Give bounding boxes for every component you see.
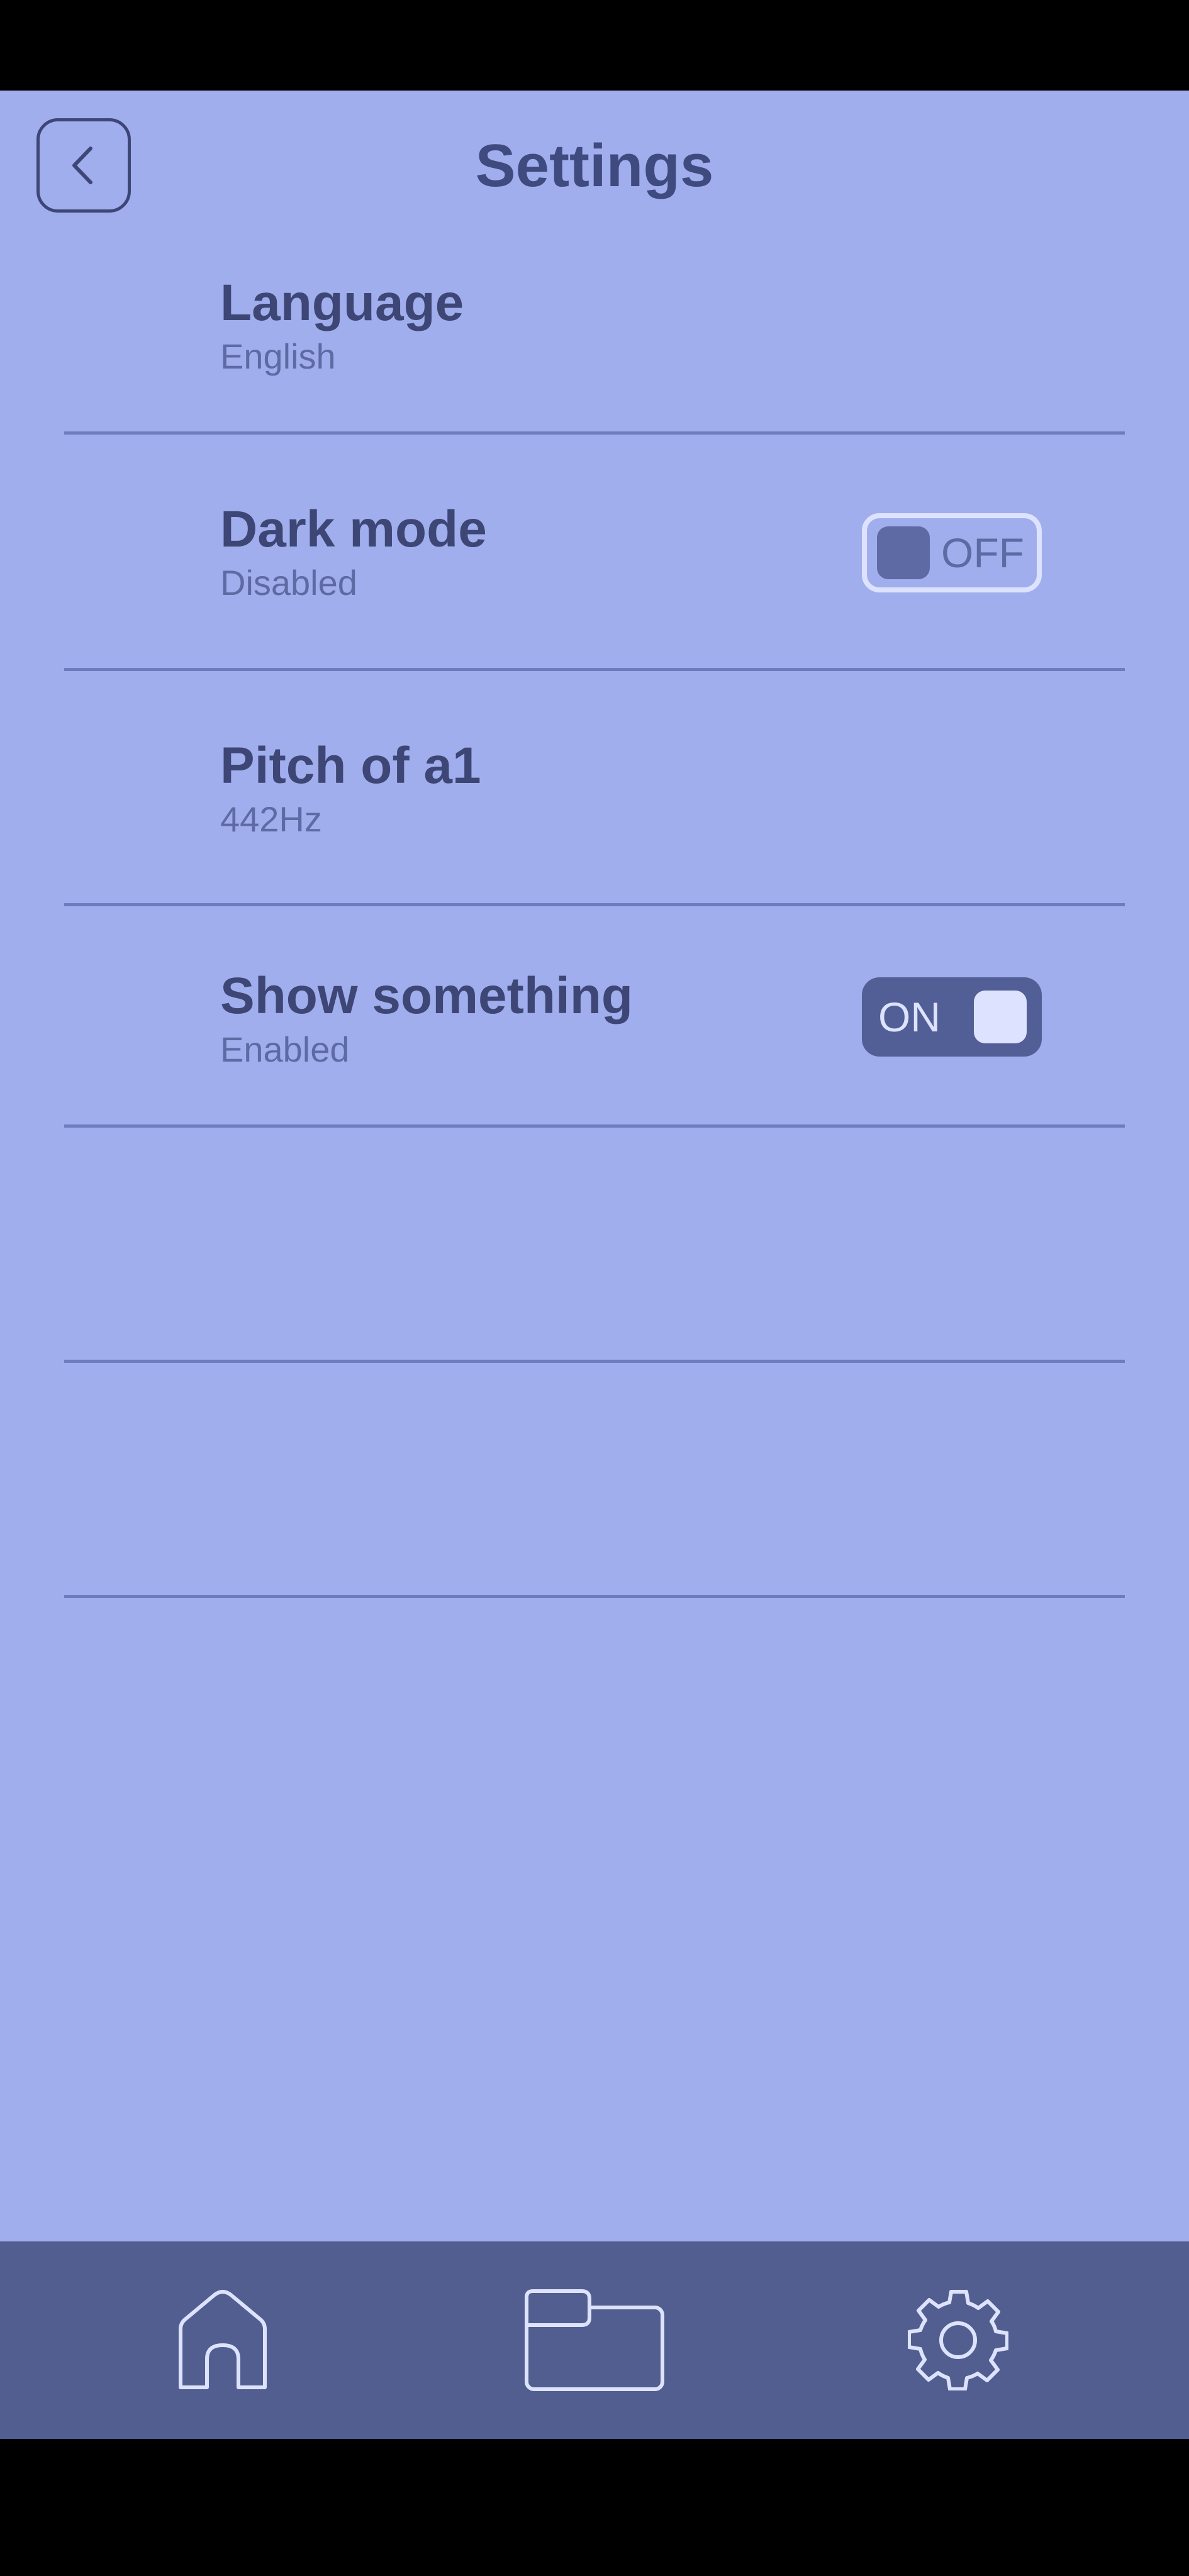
setting-value: 442Hz <box>220 799 322 839</box>
setting-value: Enabled <box>220 1030 350 1069</box>
system-nav-area <box>0 2439 1189 2576</box>
setting-title: Dark mode <box>220 501 487 558</box>
setting-value: Disabled <box>220 563 357 602</box>
status-bar <box>0 0 1189 91</box>
setting-language[interactable]: Language English <box>0 273 1189 525</box>
toggle-knob <box>974 991 1027 1043</box>
toggle-knob <box>877 526 930 579</box>
phone-screen: Settings Language English Dark mode Disa… <box>0 0 1189 2576</box>
setting-title: Language <box>220 274 464 331</box>
home-icon <box>176 2290 270 2390</box>
setting-title: Show something <box>220 967 633 1024</box>
settings-page: Settings Language English Dark mode Disa… <box>0 91 1189 2241</box>
toggle-label: OFF <box>941 530 1024 576</box>
divider <box>64 431 1125 435</box>
show-something-toggle[interactable]: ON <box>862 977 1042 1057</box>
divider <box>64 1360 1125 1363</box>
page-title: Settings <box>475 132 714 199</box>
setting-pitch[interactable]: Pitch of a1 442Hz <box>0 736 1189 924</box>
folder-icon <box>524 2289 665 2392</box>
gear-icon <box>907 2290 1009 2391</box>
divider <box>64 903 1125 906</box>
toggle-label: ON <box>878 994 941 1040</box>
setting-value: English <box>220 336 336 376</box>
divider <box>64 1124 1125 1128</box>
bottom-nav <box>0 2241 1189 2439</box>
dark-mode-toggle[interactable]: OFF <box>862 513 1042 592</box>
nav-settings[interactable] <box>864 2241 1052 2439</box>
nav-folder[interactable] <box>500 2241 689 2439</box>
divider <box>64 668 1125 671</box>
divider <box>64 1595 1125 1598</box>
setting-title: Pitch of a1 <box>220 737 481 794</box>
nav-home[interactable] <box>128 2241 317 2439</box>
